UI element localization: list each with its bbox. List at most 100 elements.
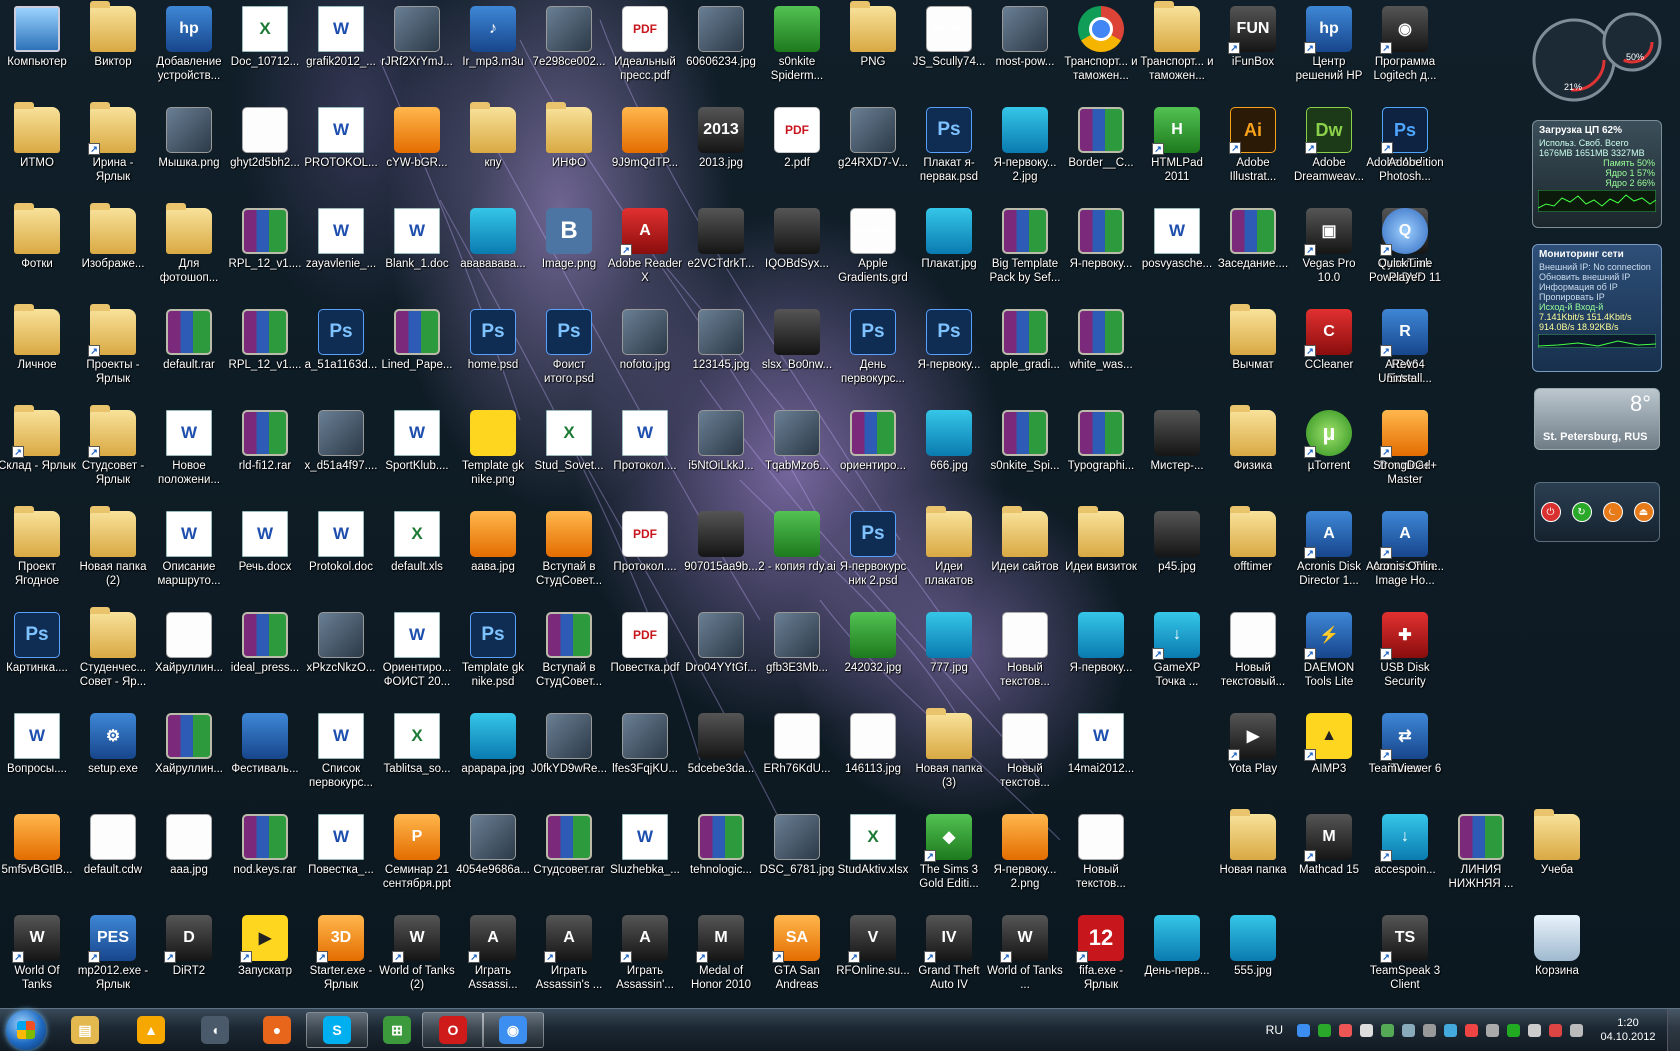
desktop-icon[interactable]: W Описание маршруто... bbox=[151, 507, 227, 603]
desktop-icon[interactable]: Ps Template gk nike.psd bbox=[455, 608, 531, 704]
tray-torrent-icon[interactable] bbox=[1318, 1023, 1331, 1037]
clock[interactable]: 1:20 04.10.2012 bbox=[1593, 1016, 1663, 1044]
desktop-icon[interactable]: Wzayavlenie_... bbox=[303, 204, 379, 300]
desktop-icon[interactable]: W Речь.docx bbox=[227, 507, 303, 603]
desktop-icon[interactable]: W Sluzhebka_... bbox=[607, 810, 683, 906]
desktop-icon[interactable]: Плакат.jpg bbox=[911, 204, 987, 300]
taskbar-aimp-button[interactable]: ▲ bbox=[120, 1012, 182, 1048]
desktop-icon[interactable]: 60606234.jpg bbox=[683, 2, 759, 98]
desktop-icon[interactable]: ⚙ setup.exe bbox=[75, 709, 151, 805]
desktop-icon[interactable]: ▲ ↗ AIMP3 bbox=[1291, 709, 1367, 805]
desktop-icon[interactable]: 777.jpg bbox=[911, 608, 987, 704]
desktop-icon[interactable]: Wgrafik2012_... bbox=[303, 2, 379, 98]
desktop-icon[interactable]: BRUSHES JS_Scully74... bbox=[911, 2, 987, 98]
desktop-icon[interactable]: Хайруллин... bbox=[151, 608, 227, 704]
desktop-icon[interactable]: Ps ↗ Adobe Photosh... bbox=[1367, 103, 1443, 199]
desktop-icon[interactable]: Физика bbox=[1215, 405, 1291, 502]
desktop-icon[interactable]: PDF Протокол.... bbox=[607, 507, 683, 603]
desktop-icon[interactable]: Новый текстовый... bbox=[1215, 608, 1291, 704]
desktop-icon[interactable]: PES ↗ mp2012.exe - Ярлык bbox=[75, 911, 151, 1007]
desktop-icon[interactable]: A ↗ Играть Assassi... bbox=[455, 911, 531, 1007]
tray-display-icon[interactable] bbox=[1423, 1023, 1436, 1037]
desktop-icon[interactable]: 666.jpg bbox=[911, 406, 987, 502]
desktop-icon[interactable]: 12 ↗ fifa.exe - Ярлык bbox=[1063, 911, 1139, 1007]
taskbar-chrome-button[interactable]: ◉ bbox=[482, 1012, 544, 1048]
desktop-icon[interactable]: Новый текстов... bbox=[1063, 810, 1139, 906]
desktop-icon[interactable]: 555.jpg bbox=[1215, 911, 1291, 1007]
taskbar-opera-button[interactable]: O bbox=[422, 1012, 484, 1048]
desktop-icon[interactable]: Фотки bbox=[0, 203, 75, 300]
volume-icon[interactable] bbox=[1570, 1023, 1583, 1037]
desktop-icon[interactable]: ▣ ↗ Vegas Pro 10.0 bbox=[1291, 204, 1367, 300]
desktop-icon[interactable]: hp ↗ Центр решений HP bbox=[1291, 2, 1367, 98]
desktop-icon[interactable]: Я-первоку... 2.jpg bbox=[987, 103, 1063, 199]
desktop-icon[interactable]: slsx_Bo0nw... bbox=[759, 305, 835, 401]
desktop-icon[interactable]: W Ориентиро... ФОИСТ 20... bbox=[379, 608, 455, 704]
tray-flag-icon[interactable] bbox=[1360, 1023, 1373, 1037]
desktop-icon[interactable]: W ↗ World of Tanks (2) bbox=[379, 911, 455, 1007]
desktop-icon[interactable]: p45.jpg bbox=[1139, 507, 1215, 603]
desktop-icon[interactable]: FUN ↗ iFunBox bbox=[1215, 2, 1291, 98]
desktop-icon[interactable]: xPkzcNkzO... bbox=[303, 608, 379, 704]
weather-gadget[interactable]: 8° St. Petersburg, RUS bbox=[1534, 388, 1660, 450]
desktop-icon[interactable]: 3D ↗ Starter.exe - Ярлык bbox=[303, 911, 379, 1007]
desktop-icon[interactable]: аава.jpg bbox=[455, 507, 531, 603]
desktop-icon[interactable]: D ↗ DiRT2 bbox=[151, 911, 227, 1007]
desktop-icon[interactable]: Виктор bbox=[75, 1, 151, 98]
desktop-icon[interactable]: s0nkite Spiderm... bbox=[759, 2, 835, 98]
desktop-icon[interactable]: Транспорт... и таможен... bbox=[1063, 2, 1139, 98]
desktop-icon[interactable]: 5dcebe3da... bbox=[683, 709, 759, 805]
desktop-icon[interactable]: SA ↗ GTA San Andreas bbox=[759, 911, 835, 1007]
desktop-icon[interactable]: 146113.jpg bbox=[835, 709, 911, 805]
desktop-icon[interactable]: Template gk nike.png bbox=[455, 406, 531, 502]
desktop-icon[interactable]: W 14mai2012... bbox=[1063, 709, 1139, 805]
desktop-icon[interactable]: ▶ ↗ Yota Play bbox=[1215, 709, 1291, 805]
desktop-icon[interactable]: M ↗ Medal of Honor 2010 bbox=[683, 911, 759, 1007]
desktop-icon[interactable]: A ↗ Играть Assassin's ... bbox=[531, 911, 607, 1007]
desktop-icon[interactable]: 123145.jpg bbox=[683, 305, 759, 401]
desktop-icon[interactable]: apple_gradi... bbox=[987, 305, 1063, 401]
desktop-icon[interactable]: Мистер-... bbox=[1139, 406, 1215, 502]
desktop-icon[interactable]: H ↗ HTMLPad 2011 bbox=[1139, 103, 1215, 199]
desktop-icon[interactable]: lfes3FqjKU... bbox=[607, 709, 683, 805]
desktop-icon[interactable]: ааа.jpg bbox=[151, 810, 227, 906]
desktop-icon[interactable]: Проект Ягодное bbox=[0, 506, 75, 603]
desktop-icon[interactable]: ↗ Склад - Ярлык bbox=[0, 405, 76, 502]
desktop-icon[interactable]: ИНФО bbox=[531, 102, 607, 199]
tray-volume-muted-icon[interactable] bbox=[1549, 1023, 1562, 1037]
desktop-icon[interactable]: X Tablitsa_so... bbox=[379, 709, 455, 805]
net-gadget-line4[interactable]: Пропировать IP bbox=[1533, 292, 1661, 302]
desktop-icon[interactable]: TqabMzo6... bbox=[759, 406, 835, 502]
desktop-icon[interactable]: Ps Я-первоку... bbox=[911, 305, 987, 401]
restart-icon[interactable]: ↻ bbox=[1571, 502, 1592, 522]
desktop-icon[interactable]: ориентиро... bbox=[835, 406, 911, 502]
desktop-icon[interactable]: Идеи визиток bbox=[1063, 506, 1139, 603]
desktop-icon[interactable]: Личное bbox=[0, 304, 75, 401]
desktop-icon[interactable]: 242032.jpg bbox=[835, 608, 911, 704]
desktop-icon[interactable]: Border__C... bbox=[1063, 103, 1139, 199]
net-gadget-line3[interactable]: Информация об IP bbox=[1533, 282, 1661, 292]
desktop-icon[interactable]: W Протокол.... bbox=[607, 406, 683, 502]
desktop-icon[interactable]: A ↗ Играть Assassin'... bbox=[607, 911, 683, 1007]
desktop-icon[interactable]: IQOBdSyx... bbox=[759, 204, 835, 300]
desktop-icon[interactable]: g24RXD7-V... bbox=[835, 103, 911, 199]
tray-network-icon[interactable] bbox=[1297, 1023, 1310, 1037]
desktop-icon[interactable]: ЛИНИЯ НИЖНЯЯ ... bbox=[1443, 810, 1519, 906]
desktop-icon[interactable]: Фестиваль... bbox=[227, 709, 303, 805]
desktop-icon[interactable]: ◆ ↗ The Sims 3 Gold Editi... bbox=[911, 810, 987, 906]
desktop-icon[interactable]: rld-fi12.rar bbox=[227, 406, 303, 502]
logoff-icon[interactable]: ⏏ bbox=[1633, 502, 1654, 522]
desktop-icon[interactable]: PNG bbox=[835, 1, 911, 98]
desktop-icon[interactable]: ↗ Студсовет - Ярлык bbox=[75, 405, 151, 502]
desktop-icon[interactable]: ↗ StrongDC++ bbox=[1367, 406, 1443, 502]
desktop-icon[interactable]: 9J9mQdTP... bbox=[607, 103, 683, 199]
desktop-icon[interactable]: offtimer bbox=[1215, 506, 1291, 603]
desktop-icon[interactable]: Dro04YYtGf... bbox=[683, 608, 759, 704]
tray-action-center-icon[interactable] bbox=[1528, 1023, 1541, 1037]
desktop-icon[interactable]: i5NtOiLkkJ... bbox=[683, 406, 759, 502]
desktop-icon[interactable]: ⇄ ↗ TeamViewer 6 bbox=[1367, 709, 1443, 805]
tray-security-icon[interactable] bbox=[1465, 1023, 1478, 1037]
network-monitor-gadget[interactable]: Мониторинг сети Внешний IP: No connectio… bbox=[1532, 244, 1662, 372]
desktop-icon[interactable]: R ↗ Revo Uninstall... bbox=[1367, 305, 1443, 401]
desktop-icon[interactable]: Ai ↗ Adobe Illustrat... bbox=[1215, 103, 1291, 199]
